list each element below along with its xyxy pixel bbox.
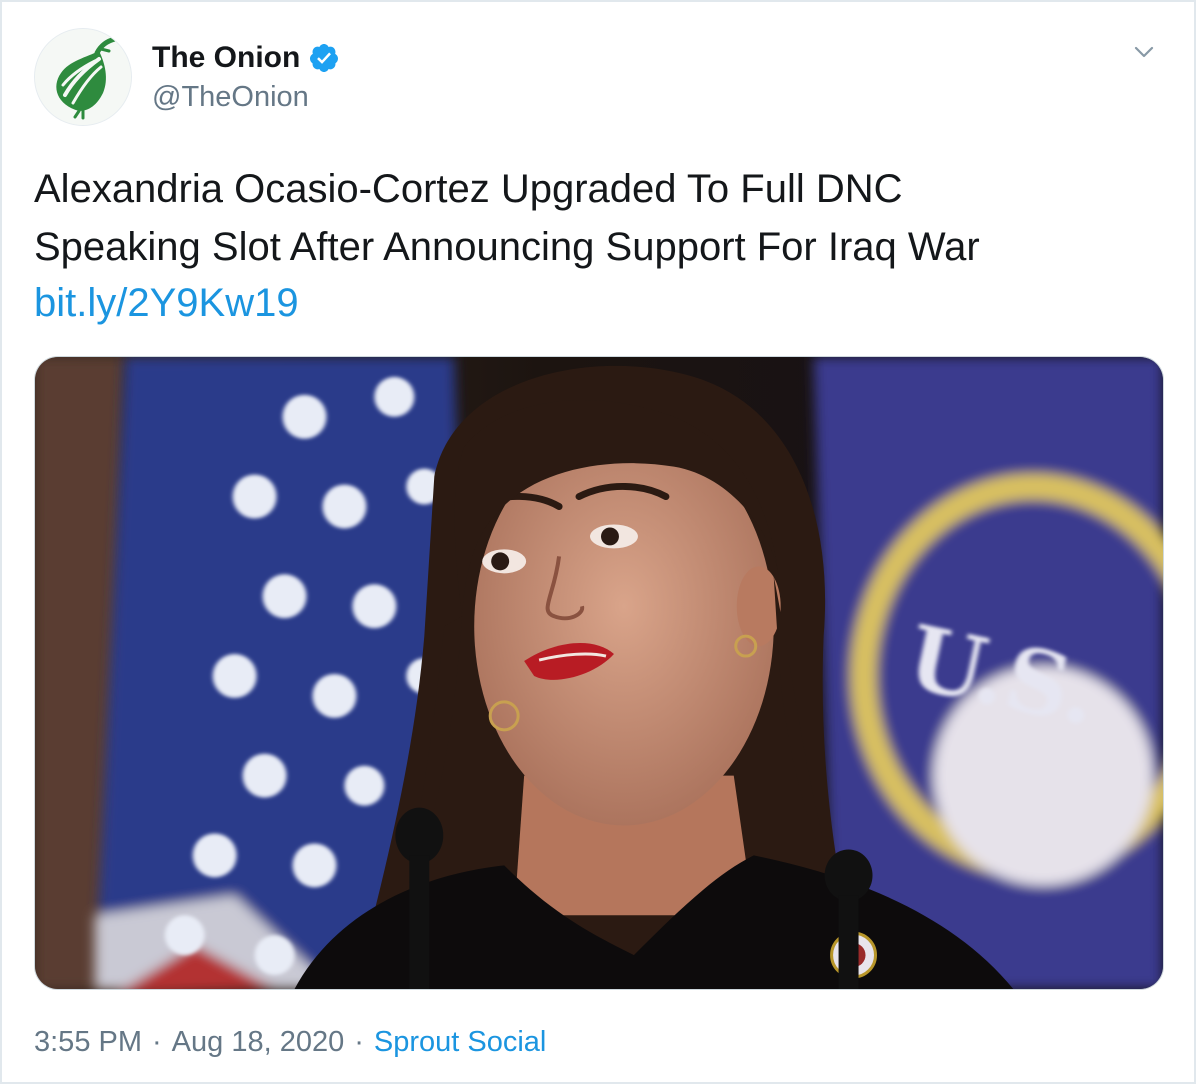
author-name[interactable]: The Onion (152, 38, 340, 78)
meta-separator: · (354, 1026, 364, 1058)
tweet-text: Alexandria Ocasio-Cortez Upgraded To Ful… (34, 160, 1154, 276)
chevron-down-icon (1134, 46, 1154, 58)
onion-logo-icon (35, 29, 131, 125)
meta-separator: · (152, 1026, 162, 1058)
press-conference-photo: U.S. (35, 357, 1163, 989)
tweet-source-link[interactable]: Sprout Social (374, 1026, 547, 1058)
tweet-text-line-1: Alexandria Ocasio-Cortez Upgraded To Ful… (34, 167, 903, 211)
avatar[interactable] (34, 28, 132, 126)
tweet-text-line-2: Speaking Slot After Announcing Support F… (34, 225, 980, 269)
tweet-photo[interactable]: U.S. (34, 356, 1164, 990)
tweet-link[interactable]: bit.ly/2Y9Kw19 (34, 274, 299, 332)
tweet-date[interactable]: Aug 18, 2020 (172, 1026, 345, 1058)
tweet-meta: 3:55 PM · Aug 18, 2020 · Sprout Social (34, 1022, 546, 1062)
author-handle[interactable]: @TheOnion (152, 78, 309, 116)
tweet-menu-button[interactable] (1130, 38, 1158, 66)
tweet-card: The Onion @TheOnion Alexandria Ocasio-Co… (0, 0, 1196, 1084)
tweet-time[interactable]: 3:55 PM (34, 1026, 142, 1058)
author-name-text: The Onion (152, 41, 301, 74)
verified-badge-icon (308, 42, 340, 74)
